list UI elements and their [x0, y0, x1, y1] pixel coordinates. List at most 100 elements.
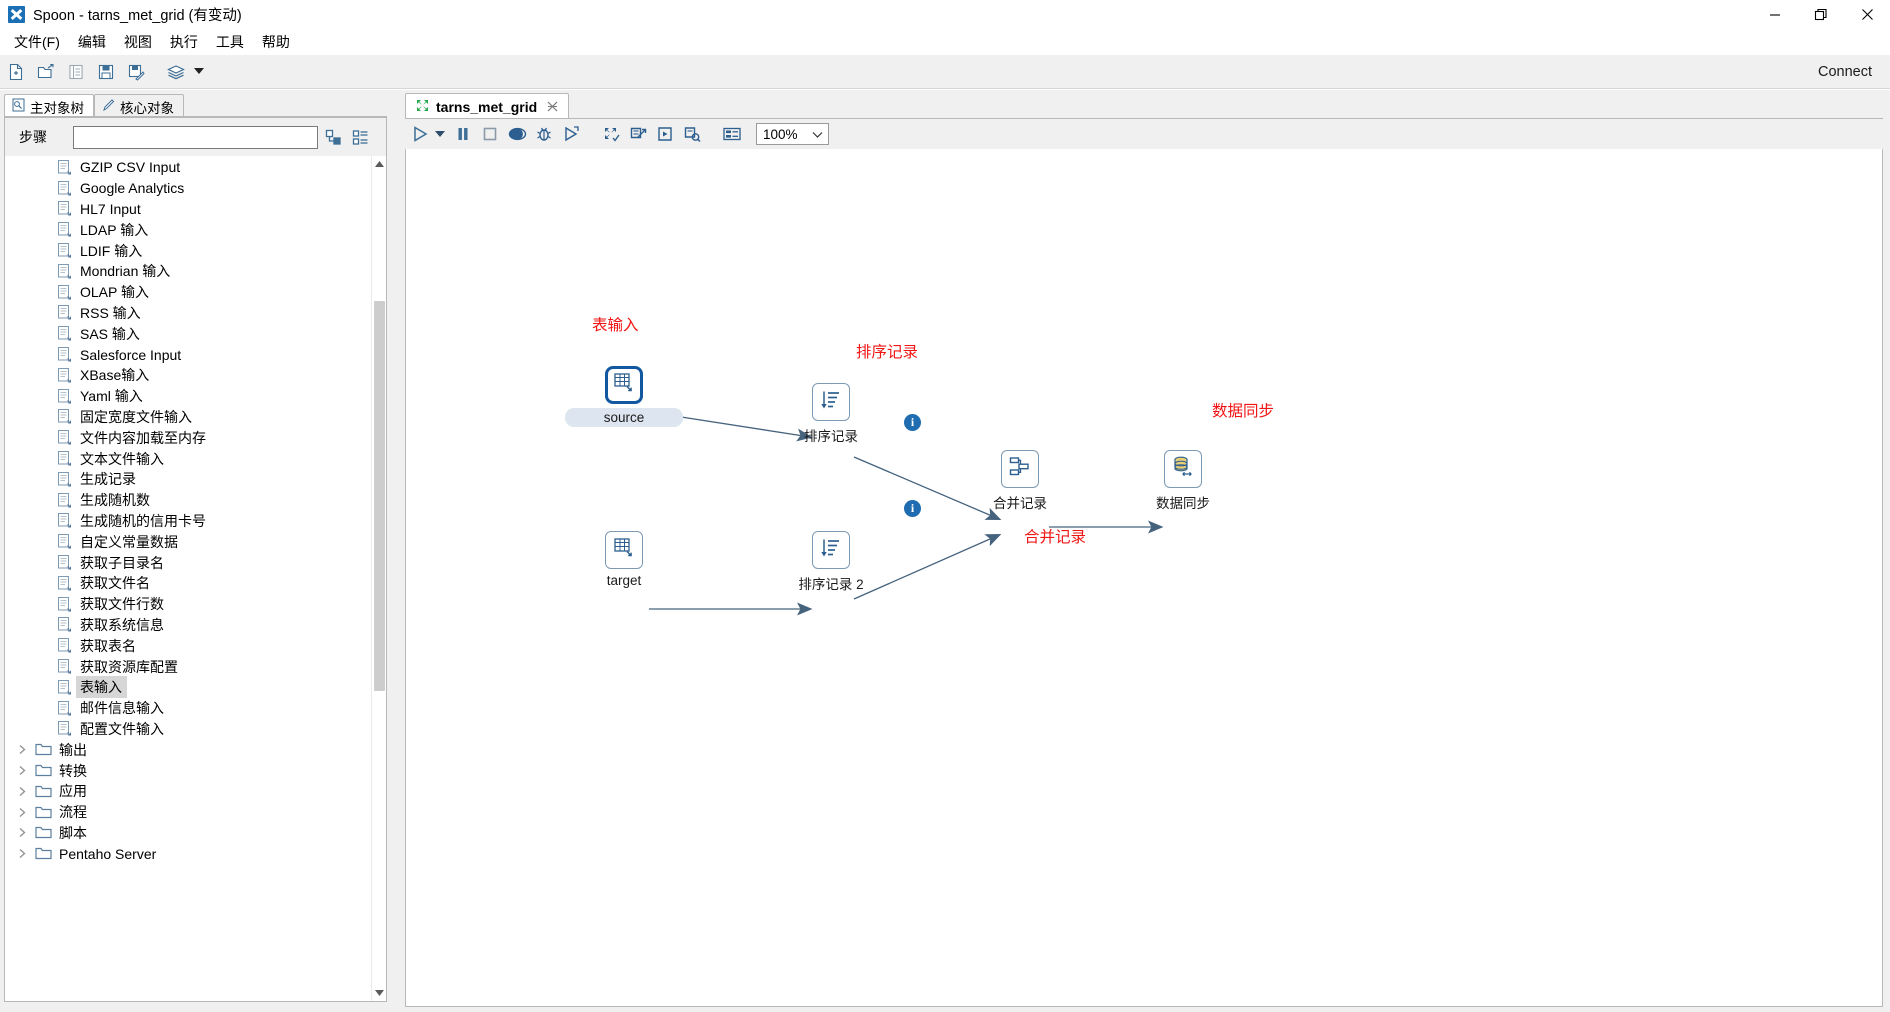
- close-button[interactable]: [1844, 0, 1890, 29]
- connect-button[interactable]: Connect: [1818, 64, 1872, 80]
- run-icon[interactable]: [408, 122, 432, 146]
- verify-icon[interactable]: [599, 122, 623, 146]
- zoom-level-select[interactable]: 100%: [756, 123, 829, 145]
- tree-item-8[interactable]: RSS 输入: [5, 303, 371, 324]
- tree-item-7[interactable]: OLAP 输入: [5, 282, 371, 303]
- tree-item-2[interactable]: Google Analytics: [5, 178, 371, 199]
- tree-item-label: HL7 Input: [80, 200, 141, 217]
- tree-item-22[interactable]: 获取文件行数: [5, 594, 371, 615]
- chevron-right-icon[interactable]: [14, 804, 30, 820]
- scroll-down-arrow-icon[interactable]: [372, 985, 387, 1001]
- diagram-node-sort2[interactable]: [812, 531, 850, 569]
- collapse-tree-icon[interactable]: [348, 125, 372, 149]
- tree-item-10[interactable]: Salesforce Input: [5, 344, 371, 365]
- diagram-node-sync[interactable]: [1164, 450, 1202, 488]
- tree-vertical-scrollbar[interactable]: [371, 156, 386, 1001]
- tree-item-5[interactable]: LDIF 输入: [5, 240, 371, 261]
- expand-tree-icon[interactable]: [321, 125, 345, 149]
- close-tab-icon[interactable]: [547, 99, 558, 115]
- menu-view[interactable]: 视图: [115, 30, 161, 54]
- explorer-icon[interactable]: [62, 58, 90, 86]
- menu-tools[interactable]: 工具: [207, 30, 253, 54]
- tree-item-18[interactable]: 生成随机的信用卡号: [5, 511, 371, 532]
- window-controls: [1752, 0, 1890, 29]
- tab-main-object-tree[interactable]: 主对象树: [4, 94, 94, 118]
- run-options-caret-icon[interactable]: [432, 122, 448, 146]
- tree-item-24[interactable]: 获取表名: [5, 635, 371, 656]
- tree-item-11[interactable]: XBase输入: [5, 365, 371, 386]
- chevron-right-icon[interactable]: [14, 846, 30, 862]
- impact-analysis-icon[interactable]: [626, 122, 650, 146]
- scrollbar-thumb[interactable]: [374, 301, 385, 691]
- show-results-icon[interactable]: [680, 122, 704, 146]
- tree-item-14[interactable]: 文件内容加载至内存: [5, 427, 371, 448]
- tree-folder-3[interactable]: 应用: [5, 781, 371, 802]
- maximize-button[interactable]: [1798, 0, 1844, 29]
- tree-folder-label: 流程: [59, 804, 87, 821]
- tree-item-6[interactable]: Mondrian 输入: [5, 261, 371, 282]
- hop-info-badge-2[interactable]: i: [904, 500, 921, 517]
- steps-tree-scroll-area[interactable]: GZIP CSV Input Google Analytics HL7 Input L…: [5, 156, 386, 1001]
- tree-item-16[interactable]: 生成记录: [5, 469, 371, 490]
- minimize-button[interactable]: [1752, 0, 1798, 29]
- tree-folder-1[interactable]: 输出: [5, 739, 371, 760]
- tree-item-25[interactable]: 获取资源库配置: [5, 656, 371, 677]
- table-input-icon: [612, 536, 636, 565]
- replay-icon[interactable]: [559, 122, 583, 146]
- tree-item-4[interactable]: LDAP 输入: [5, 219, 371, 240]
- diagram-node-sort1[interactable]: [812, 383, 850, 421]
- tree-item-label: XBase输入: [80, 367, 150, 384]
- tree-item-27[interactable]: 邮件信息输入: [5, 698, 371, 719]
- tree-item-1[interactable]: GZIP CSV Input: [5, 157, 371, 178]
- menu-run[interactable]: 执行: [161, 30, 207, 54]
- tree-item-12[interactable]: Yaml 输入: [5, 386, 371, 407]
- open-file-icon[interactable]: [32, 58, 60, 86]
- tab-tarns-met-grid[interactable]: tarns_met_grid: [405, 93, 570, 119]
- diagram-node-source[interactable]: [605, 366, 643, 404]
- tree-item-21[interactable]: 获取文件名: [5, 573, 371, 594]
- diagram-node-merge[interactable]: [1001, 450, 1039, 488]
- hop-info-badge-1[interactable]: i: [904, 414, 921, 431]
- tree-item-17[interactable]: 生成随机数: [5, 490, 371, 511]
- menu-help[interactable]: 帮助: [253, 30, 299, 54]
- new-file-icon[interactable]: [2, 58, 30, 86]
- transformation-canvas[interactable]: source 排序记录 target 排序记录 2 合并记录 数据同步 表输入 排序记录 数据同…: [405, 149, 1883, 1007]
- stop-icon[interactable]: [478, 122, 502, 146]
- scroll-up-arrow-icon[interactable]: [372, 156, 387, 172]
- sql-icon[interactable]: [653, 122, 677, 146]
- tree-item-15[interactable]: 文本文件输入: [5, 448, 371, 469]
- steps-search-input[interactable]: [73, 125, 318, 149]
- pause-icon[interactable]: [451, 122, 475, 146]
- tree-item-13[interactable]: 固定宽度文件输入: [5, 407, 371, 428]
- tree-item-26[interactable]: 表输入: [5, 676, 371, 699]
- tree-item-23[interactable]: 获取系统信息: [5, 615, 371, 636]
- tree-item-9[interactable]: SAS 输入: [5, 323, 371, 344]
- chevron-right-icon[interactable]: [14, 783, 30, 799]
- diagram-node-target[interactable]: [605, 531, 643, 569]
- menu-edit[interactable]: 编辑: [69, 30, 115, 54]
- tree-folder-6[interactable]: Pentaho Server: [5, 843, 371, 864]
- menu-file[interactable]: 文件(F): [5, 30, 69, 54]
- grid-view-icon[interactable]: [720, 122, 744, 146]
- tree-item-3[interactable]: HL7 Input: [5, 199, 371, 220]
- tree-item-label: Google Analytics: [80, 180, 185, 197]
- tree-item-label: 生成记录: [80, 471, 136, 488]
- layers-icon[interactable]: [162, 58, 190, 86]
- tree-item-label: 获取资源库配置: [80, 658, 178, 675]
- tree-folder-2[interactable]: 转换: [5, 760, 371, 781]
- save-icon[interactable]: [92, 58, 120, 86]
- chevron-down-icon[interactable]: [190, 58, 208, 86]
- tree-folder-5[interactable]: 脚本: [5, 823, 371, 844]
- preview-icon[interactable]: [505, 122, 529, 146]
- debug-icon[interactable]: [532, 122, 556, 146]
- tree-folder-4[interactable]: 流程: [5, 802, 371, 823]
- tree-item-28[interactable]: 配置文件输入: [5, 719, 371, 740]
- tab-core-objects[interactable]: 核心对象: [94, 94, 184, 118]
- tree-item-20[interactable]: 获取子目录名: [5, 552, 371, 573]
- chevron-right-icon[interactable]: [14, 825, 30, 841]
- chevron-right-icon[interactable]: [14, 742, 30, 758]
- save-as-icon[interactable]: [122, 58, 150, 86]
- canvas-toolbar: 100%: [405, 119, 1883, 149]
- chevron-right-icon[interactable]: [14, 763, 30, 779]
- tree-item-19[interactable]: 自定义常量数据: [5, 531, 371, 552]
